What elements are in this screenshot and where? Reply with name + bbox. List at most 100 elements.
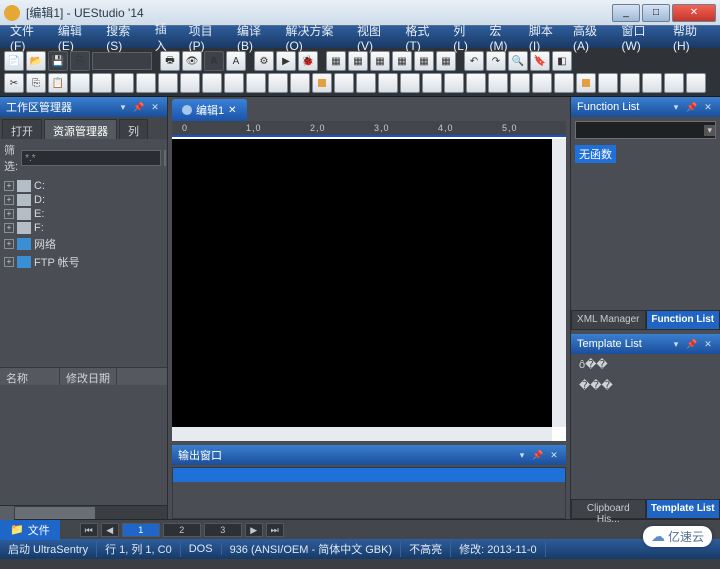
doc1-icon[interactable]: ▦	[326, 51, 346, 71]
menu-project[interactable]: 项目(P)	[183, 20, 231, 55]
tb-a29-icon[interactable]	[620, 73, 640, 93]
doc3-icon[interactable]: ▦	[370, 51, 390, 71]
quick-input[interactable]	[92, 52, 152, 70]
tb-a8-icon[interactable]	[158, 73, 178, 93]
tab-template-list[interactable]: Template List	[646, 499, 720, 519]
tb-a21-icon[interactable]	[444, 73, 464, 93]
menu-file[interactable]: 文件(F)	[4, 20, 52, 55]
pager-first[interactable]: ⏮	[80, 523, 98, 537]
menu-help[interactable]: 帮助(H)	[667, 20, 716, 55]
status-highlight[interactable]: 不高亮	[401, 541, 451, 557]
pager-next[interactable]: ▶	[245, 523, 263, 537]
doc5-icon[interactable]: ▦	[414, 51, 434, 71]
files-tab[interactable]: 📁 文件	[0, 520, 60, 540]
doc2-icon[interactable]: ▦	[348, 51, 368, 71]
tab-xml-manager[interactable]: XML Manager	[571, 310, 646, 330]
filter-picker-icon[interactable]	[164, 150, 166, 166]
tb-a9-icon[interactable]	[180, 73, 200, 93]
panel-close-icon[interactable]: ✕	[149, 101, 161, 113]
tab-column[interactable]: 列	[119, 119, 148, 139]
tmpl-dd-icon[interactable]: ▾	[670, 338, 682, 350]
file-list[interactable]	[0, 385, 167, 505]
tmpl-item-1[interactable]: ô��	[571, 354, 720, 375]
tmpl-item-2[interactable]: ���	[571, 375, 720, 396]
tmpl-header[interactable]: Template List ▾ 📌 ✕	[571, 334, 720, 354]
tb-a11-icon[interactable]	[224, 73, 244, 93]
tb-a4-icon[interactable]	[70, 73, 90, 93]
funclist-close-icon[interactable]: ✕	[702, 101, 714, 113]
menu-macro[interactable]: 宏(M)	[484, 20, 523, 55]
toggle-icon[interactable]: ◧	[552, 51, 572, 71]
redo-icon[interactable]: ↷	[486, 51, 506, 71]
bookmark-icon[interactable]: 🔖	[530, 51, 550, 71]
tb-a13-icon[interactable]	[268, 73, 288, 93]
tb-a28-icon[interactable]	[598, 73, 618, 93]
tb-a6-icon[interactable]	[114, 73, 134, 93]
tmpl-body[interactable]: ô�� ���	[571, 354, 720, 499]
tb-a7-icon[interactable]	[136, 73, 156, 93]
tb-flag2-icon[interactable]	[576, 73, 596, 93]
tb-copy-icon[interactable]: ⎘	[26, 73, 46, 93]
col-name[interactable]: 名称	[0, 368, 60, 385]
file-tab-1[interactable]: 编辑1 ✕	[172, 99, 247, 121]
output-body[interactable]	[172, 467, 566, 519]
funclist-dd-icon[interactable]: ▾	[670, 101, 682, 113]
status-launch[interactable]: 启动 UltraSentry	[0, 541, 97, 557]
tb-a24-icon[interactable]	[510, 73, 530, 93]
menu-column[interactable]: 列(L)	[447, 20, 483, 55]
output-close-icon[interactable]: ✕	[548, 449, 560, 461]
editor-hscroll[interactable]	[172, 427, 552, 441]
run-icon[interactable]: ▶	[276, 51, 296, 71]
tb-a30-icon[interactable]	[642, 73, 662, 93]
find-icon[interactable]: 🔍	[508, 51, 528, 71]
tmpl-close-icon[interactable]: ✕	[702, 338, 714, 350]
tb-a12-icon[interactable]	[246, 73, 266, 93]
debug-icon[interactable]: 🐞	[298, 51, 318, 71]
tb-a26-icon[interactable]	[554, 73, 574, 93]
status-codepage[interactable]: 936 (ANSI/OEM - 简体中文 GBK)	[222, 541, 402, 557]
drive-tree[interactable]: +C: +D: +E: +F: +网络 +FTP 帐号	[0, 177, 167, 367]
pager-2[interactable]: 2	[163, 523, 201, 537]
workspace-header[interactable]: 工作区管理器 ▾ 📌 ✕	[0, 97, 167, 117]
menu-solution[interactable]: 解决方案(O)	[279, 20, 351, 55]
menu-format[interactable]: 格式(T)	[399, 20, 447, 55]
menu-search[interactable]: 搜索(S)	[100, 20, 148, 55]
col-date[interactable]: 修改日期	[60, 368, 117, 385]
tb-a18-icon[interactable]	[378, 73, 398, 93]
tb-a22-icon[interactable]	[466, 73, 486, 93]
new-file-icon[interactable]: 📄	[4, 51, 24, 71]
menu-window[interactable]: 窗口(W)	[615, 20, 666, 55]
tb-a23-icon[interactable]	[488, 73, 508, 93]
tb-a10-icon[interactable]	[202, 73, 222, 93]
tb-flag1-icon[interactable]	[312, 73, 332, 93]
tb-a14-icon[interactable]	[290, 73, 310, 93]
tb-a5-icon[interactable]	[92, 73, 112, 93]
tb-a19-icon[interactable]	[400, 73, 420, 93]
file-tab-close-icon[interactable]: ✕	[228, 105, 236, 116]
tb-a20-icon[interactable]	[422, 73, 442, 93]
tab-clipboard-history[interactable]: Clipboard His...	[571, 499, 646, 519]
doc6-icon[interactable]: ▦	[436, 51, 456, 71]
pager-3[interactable]: 3	[204, 523, 242, 537]
bold-icon[interactable]: A	[204, 51, 224, 71]
tab-function-list[interactable]: Function List	[646, 310, 720, 330]
doc4-icon[interactable]: ▦	[392, 51, 412, 71]
output-pin-icon[interactable]: 📌	[532, 449, 544, 461]
open-file-icon[interactable]: 📂	[26, 51, 46, 71]
funclist-pin-icon[interactable]: 📌	[686, 101, 698, 113]
pager-1[interactable]: 1	[122, 523, 160, 537]
font-icon[interactable]: A	[226, 51, 246, 71]
pager-last[interactable]: ⏭	[266, 523, 284, 537]
file-list-header[interactable]: 名称 修改日期	[0, 367, 167, 385]
tab-explorer[interactable]: 资源管理器	[44, 119, 117, 139]
tab-open[interactable]: 打开	[2, 119, 42, 139]
print-icon[interactable]: 🖶	[160, 51, 180, 71]
menu-build[interactable]: 编译(B)	[231, 20, 279, 55]
undo-icon[interactable]: ↶	[464, 51, 484, 71]
filter-input[interactable]	[21, 150, 161, 166]
tb-cut-icon[interactable]: ✂	[4, 73, 24, 93]
tb-a25-icon[interactable]	[532, 73, 552, 93]
save-icon[interactable]: 💾	[48, 51, 68, 71]
editor-vscroll[interactable]	[552, 139, 566, 427]
menu-edit[interactable]: 编辑(E)	[52, 20, 100, 55]
